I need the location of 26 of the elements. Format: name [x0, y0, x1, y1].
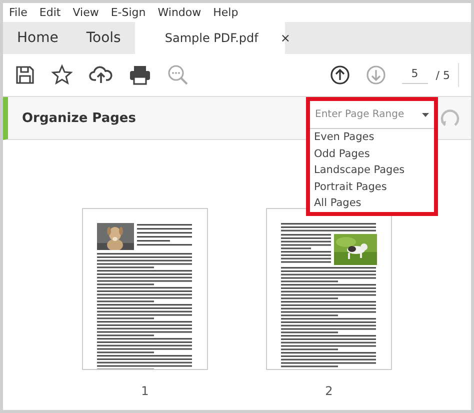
menu-item[interactable]: View: [72, 6, 99, 19]
dropdown-option[interactable]: Landscape Pages: [310, 162, 434, 178]
dropdown-option[interactable]: Portrait Pages: [310, 178, 434, 195]
menu-item[interactable]: Window: [158, 6, 202, 19]
pdf-page-thumbnail[interactable]: [82, 208, 208, 370]
arrow-up-circle-icon[interactable]: [330, 65, 350, 85]
menu-item[interactable]: File: [9, 6, 28, 19]
dropdown-option[interactable]: Odd Pages: [310, 146, 434, 162]
dropdown-option[interactable]: All Pages: [310, 195, 434, 212]
pdf-page-thumbnail[interactable]: [266, 208, 392, 370]
page-range-dropdown[interactable]: Enter Page Range Even Pages Odd Pages Landscape Pages Portrait Pages All Pages: [306, 97, 438, 216]
panel-title: Organize Pages: [21, 110, 136, 126]
page-range-field[interactable]: Enter Page Range: [310, 101, 434, 129]
star-icon[interactable]: [51, 64, 73, 86]
menu-item[interactable]: E-Sign: [110, 6, 146, 19]
page-number-field[interactable]: 5: [402, 66, 428, 84]
caret-icon: [422, 112, 429, 116]
print-icon[interactable]: [129, 65, 151, 85]
page-total: / 5: [436, 63, 459, 87]
page-number: 2: [325, 384, 333, 398]
cloud-upload-icon[interactable]: [89, 65, 113, 85]
page-number: 1: [141, 384, 149, 398]
menu-item[interactable]: Edit: [39, 6, 61, 19]
menu-item[interactable]: Help: [213, 6, 238, 19]
save-icon[interactable]: [15, 65, 35, 85]
dropdown-option[interactable]: Even Pages: [310, 129, 434, 146]
